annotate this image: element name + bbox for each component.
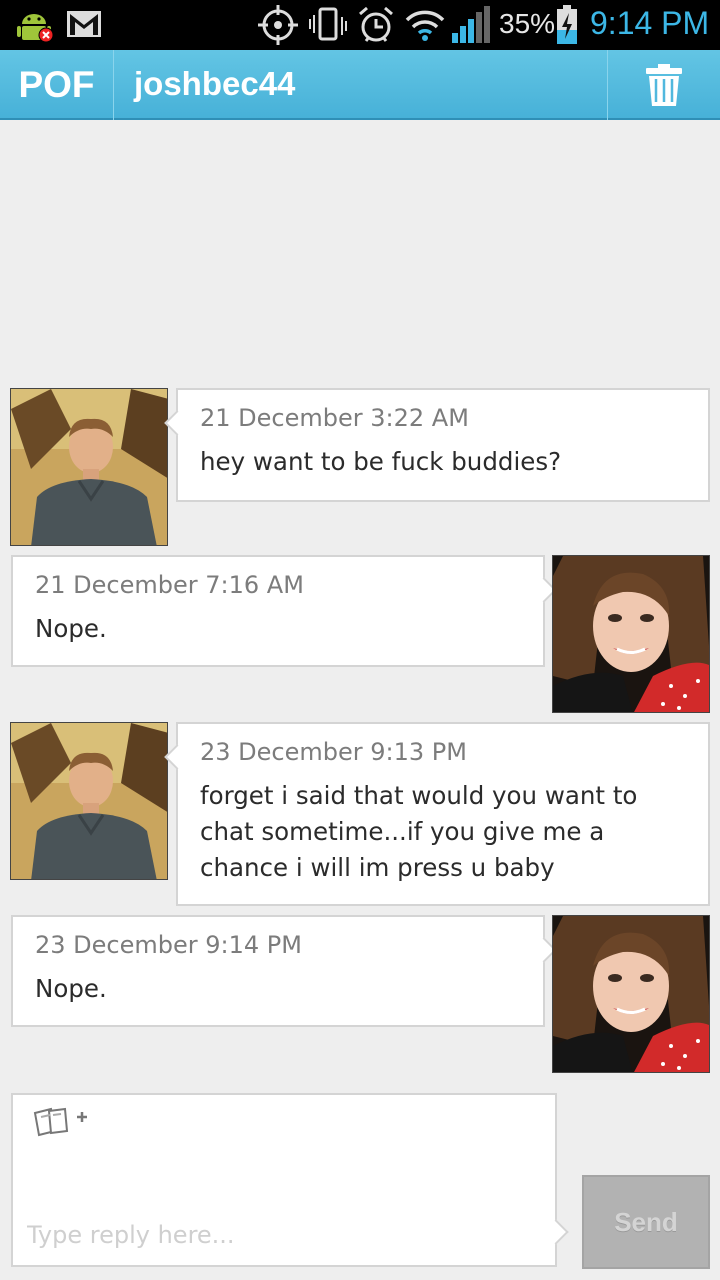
message-bubble: 21 December 3:22 AM hey want to be fuck … xyxy=(164,388,710,502)
message-text: Nope. xyxy=(35,614,107,643)
status-clock: 9:14 PM xyxy=(590,5,710,41)
trash-icon xyxy=(646,64,682,106)
message-timestamp: 21 December 7:16 AM xyxy=(35,571,304,599)
reply-box[interactable] xyxy=(11,1093,569,1267)
message-text: hey want to be fuck buddies? xyxy=(200,447,562,476)
my-avatar[interactable] xyxy=(552,555,710,713)
my-avatar[interactable] xyxy=(552,915,710,1073)
reply-input[interactable] xyxy=(27,1213,537,1257)
message-text: forget i said that would you want to cha… xyxy=(200,781,638,882)
status-bar: 35% 9:14 PM xyxy=(0,0,720,50)
sender-avatar[interactable] xyxy=(10,388,168,546)
alarm-icon xyxy=(359,6,393,42)
battery-charging-icon xyxy=(557,5,577,44)
send-button[interactable]: Send xyxy=(582,1175,710,1269)
female-profile-photo xyxy=(553,916,709,1072)
message-bubble: 23 December 9:14 PM Nope. xyxy=(11,915,557,1027)
message-bubble: 23 December 9:13 PM forget i said that w… xyxy=(164,722,710,906)
gps-icon xyxy=(258,5,298,45)
sender-avatar[interactable] xyxy=(10,722,168,880)
attach-photo-icon[interactable] xyxy=(33,1105,93,1139)
delete-conversation-button[interactable] xyxy=(607,50,720,120)
message-bubble: 21 December 7:16 AM Nope. xyxy=(11,555,557,667)
app-logo[interactable]: POF xyxy=(0,50,114,120)
message-timestamp: 21 December 3:22 AM xyxy=(200,404,469,432)
gmail-icon xyxy=(67,11,101,37)
message-text: Nope. xyxy=(35,974,107,1003)
female-profile-photo xyxy=(553,556,709,712)
conversation-title: joshbec44 xyxy=(134,65,296,102)
action-bar: POF joshbec44 xyxy=(0,50,720,120)
male-profile-photo xyxy=(11,723,167,879)
message-timestamp: 23 December 9:13 PM xyxy=(200,738,467,766)
signal-icon xyxy=(452,6,490,43)
vibrate-icon xyxy=(309,7,347,41)
male-profile-photo xyxy=(11,389,167,545)
wifi-icon xyxy=(405,10,445,41)
android-debug-icon xyxy=(17,14,54,43)
battery-percent: 35% xyxy=(499,8,556,39)
message-timestamp: 23 December 9:14 PM xyxy=(35,931,302,959)
